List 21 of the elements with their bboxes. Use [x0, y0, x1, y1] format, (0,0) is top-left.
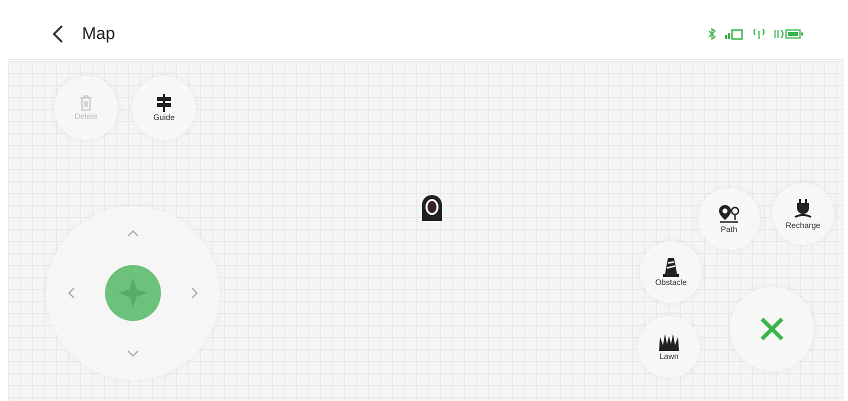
bluetooth-icon [708, 28, 716, 40]
antenna-icon [752, 28, 766, 40]
back-button[interactable] [52, 24, 64, 42]
joystick-knob[interactable] [105, 265, 161, 321]
path-button[interactable]: Path [698, 188, 760, 250]
robot-mower-icon [421, 194, 443, 222]
location-pins-icon [718, 204, 740, 224]
guide-button[interactable]: Guide [132, 76, 196, 140]
close-button[interactable] [730, 287, 814, 371]
lawn-button[interactable]: Lawn [638, 316, 700, 378]
traffic-cone-icon [663, 257, 679, 277]
close-icon [760, 317, 784, 341]
page-title: Map [82, 22, 116, 45]
grass-icon [658, 333, 680, 351]
obstacle-button[interactable]: Obstacle [640, 241, 702, 303]
battery-icon [774, 28, 804, 40]
signpost-icon [156, 94, 172, 112]
plug-icon [792, 198, 814, 220]
recharge-button[interactable]: Recharge [772, 183, 834, 245]
trash-icon [79, 95, 93, 111]
signal-icon [724, 28, 744, 40]
